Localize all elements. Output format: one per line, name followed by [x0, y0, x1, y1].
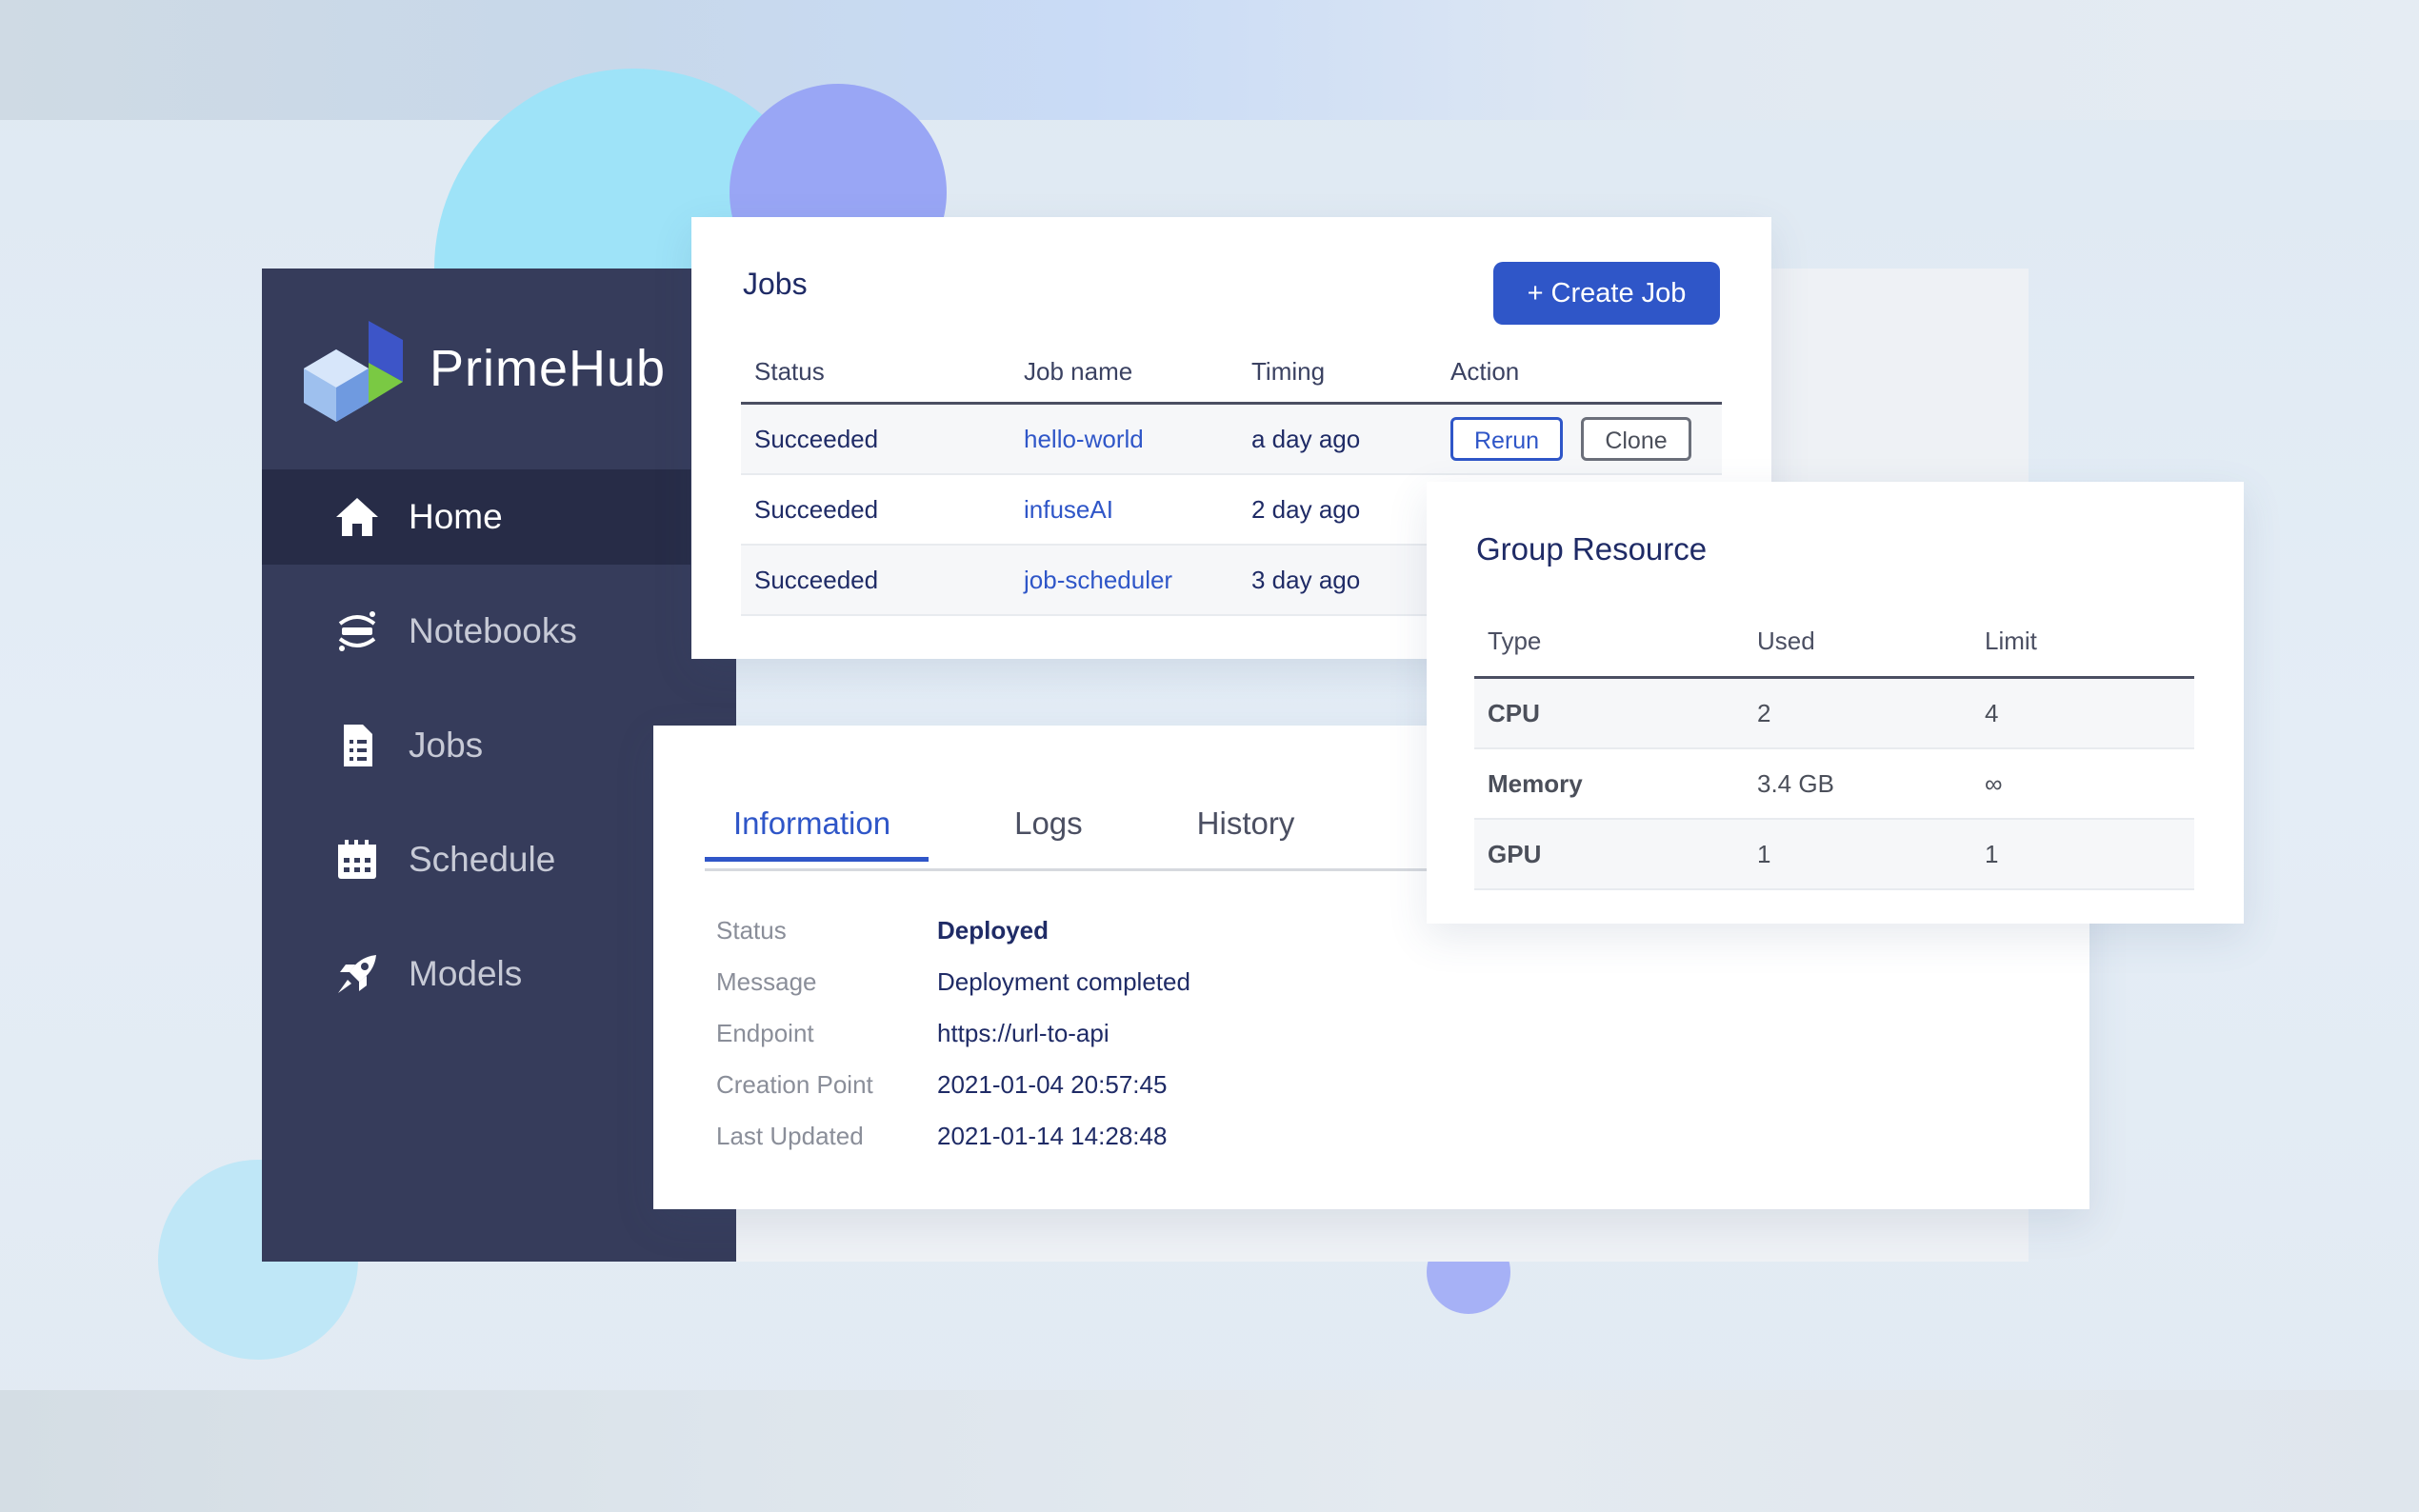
sidebar-item-label: Notebooks: [409, 611, 577, 650]
jupyter-icon: [338, 611, 376, 651]
resource-limit: 1: [1971, 819, 2194, 890]
column-header-timing: Timing: [1238, 341, 1437, 405]
info-fields: Status Deployed Message Deployment compl…: [716, 905, 1190, 1162]
column-header-type: Type: [1474, 606, 1744, 679]
rerun-button[interactable]: Rerun: [1450, 417, 1564, 461]
create-job-button[interactable]: + Create Job: [1493, 262, 1720, 325]
sidebar-item-label: Schedule: [409, 840, 556, 879]
column-header-status: Status: [741, 341, 1010, 405]
background-band-top: [0, 0, 2419, 120]
group-resource-table: Type Used Limit CPU 2 4 Memory 3.4 GB ∞ …: [1474, 606, 2194, 890]
resource-type: GPU: [1474, 819, 1744, 890]
document-icon: [344, 725, 372, 766]
column-header-used: Used: [1744, 606, 1971, 679]
info-tabs: Information Logs History: [705, 806, 1380, 862]
app-name: PrimeHub: [430, 340, 667, 397]
info-label: Status: [716, 915, 787, 945]
brand[interactable]: PrimeHub: [296, 316, 667, 422]
group-resource-title: Group Resource: [1476, 531, 1708, 567]
sidebar-item-label: Models: [409, 954, 523, 993]
rocket-icon: [338, 955, 376, 993]
clone-button[interactable]: Clone: [1581, 417, 1691, 461]
resource-limit: 4: [1971, 677, 2194, 749]
info-label: Endpoint: [716, 1018, 814, 1047]
resource-used: 2: [1744, 677, 1971, 749]
jobs-title: Jobs: [743, 267, 808, 301]
group-resource-card: Group Resource Type Used Limit CPU 2 4 M…: [1427, 482, 2244, 924]
job-timing: a day ago: [1238, 403, 1437, 475]
info-value-message: Deployment completed: [937, 966, 1190, 996]
sidebar-item-models[interactable]: Models: [262, 926, 690, 1022]
column-header-job-name: Job name: [1010, 341, 1238, 405]
column-header-limit: Limit: [1971, 606, 2194, 679]
job-name-link[interactable]: job-scheduler: [1010, 545, 1238, 616]
info-value-last-updated: 2021-01-14 14:28:48: [937, 1121, 1168, 1150]
info-row-last-updated: Last Updated 2021-01-14 14:28:48: [716, 1110, 1190, 1162]
home-icon: [336, 498, 378, 536]
job-timing: 3 day ago: [1238, 545, 1437, 616]
info-label: Last Updated: [716, 1121, 864, 1150]
table-row: Memory 3.4 GB ∞: [1474, 748, 2194, 820]
resource-limit: ∞: [1971, 748, 2194, 820]
sidebar-item-notebooks[interactable]: Notebooks: [262, 584, 690, 679]
sidebar-item-schedule[interactable]: Schedule: [262, 812, 690, 907]
tab-history[interactable]: History: [1169, 806, 1324, 862]
table-row: GPU 1 1: [1474, 819, 2194, 890]
calendar-icon: [338, 840, 376, 879]
background-band-bottom: [0, 1390, 2419, 1512]
sidebar-item-label: Home: [409, 497, 503, 536]
info-row-creation-point: Creation Point 2021-01-04 20:57:45: [716, 1059, 1190, 1110]
job-name-link[interactable]: infuseAI: [1010, 474, 1238, 546]
table-header-row: Status Job name Timing Action: [741, 341, 1722, 405]
tab-information[interactable]: Information: [705, 806, 930, 862]
background-panel-bottom: [724, 1209, 2029, 1262]
resource-used: 1: [1744, 819, 1971, 890]
primehub-logo-icon: [304, 321, 403, 422]
info-label: Creation Point: [716, 1069, 873, 1099]
job-actions: Rerun Clone: [1437, 403, 1722, 475]
sidebar-item-jobs[interactable]: Jobs: [262, 698, 690, 793]
job-timing: 2 day ago: [1238, 474, 1437, 546]
info-row-message: Message Deployment completed: [716, 956, 1190, 1007]
info-value-creation-point: 2021-01-04 20:57:45: [937, 1069, 1168, 1099]
table-row: Succeeded hello-world a day ago Rerun Cl…: [741, 403, 1722, 475]
column-header-action: Action: [1437, 341, 1722, 405]
resource-type: Memory: [1474, 748, 1744, 820]
info-value-endpoint[interactable]: https://url-to-api: [937, 1019, 1110, 1048]
tab-logs[interactable]: Logs: [986, 806, 1111, 862]
info-label: Message: [716, 966, 817, 996]
job-status: Succeeded: [741, 403, 1010, 475]
job-name-link[interactable]: hello-world: [1010, 403, 1238, 475]
sidebar-nav: Home Notebooks Jobs Schedule Models: [262, 469, 690, 1041]
job-status: Succeeded: [741, 545, 1010, 616]
resource-type: CPU: [1474, 677, 1744, 749]
table-row: CPU 2 4: [1474, 677, 2194, 749]
sidebar-item-label: Jobs: [409, 726, 484, 765]
info-row-endpoint: Endpoint https://url-to-api: [716, 1007, 1190, 1059]
sidebar-item-home[interactable]: Home: [262, 469, 690, 565]
info-row-status: Status Deployed: [716, 905, 1190, 956]
info-value-status: Deployed: [937, 915, 1050, 945]
resource-used: 3.4 GB: [1744, 748, 1971, 820]
table-header-row: Type Used Limit: [1474, 606, 2194, 679]
job-status: Succeeded: [741, 474, 1010, 546]
